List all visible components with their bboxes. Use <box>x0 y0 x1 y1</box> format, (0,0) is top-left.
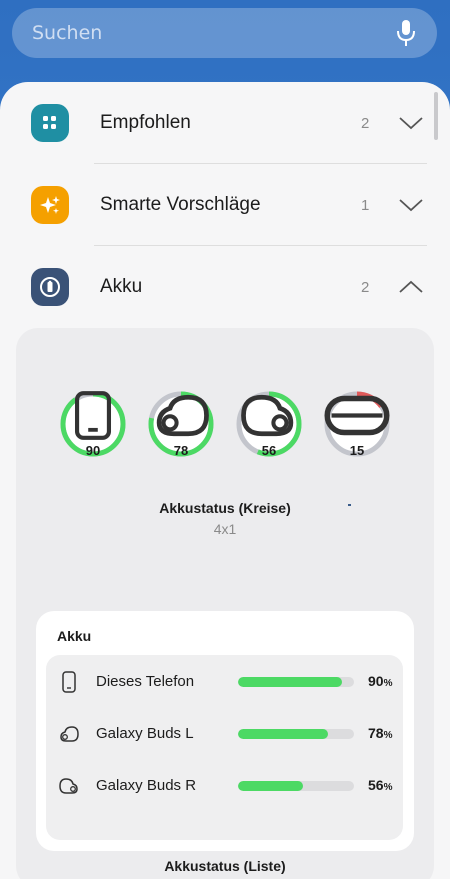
item-label: Galaxy Buds L <box>96 725 194 742</box>
list-item: Galaxy Buds L 78% <box>46 719 403 749</box>
widget-title: Akkustatus (Kreise) <box>159 500 291 516</box>
ring-value: 15 <box>349 443 365 458</box>
search-input[interactable] <box>32 22 395 44</box>
ring-value: 78 <box>173 443 189 458</box>
list-card-title: Akku <box>57 628 92 644</box>
case-icon <box>324 395 390 436</box>
category-row-smarte-vorschlaege[interactable]: Smarte Vorschläge 1 <box>0 164 450 246</box>
earbud-right-icon <box>241 394 294 437</box>
phone-icon <box>74 391 112 440</box>
search-bar[interactable] <box>12 8 437 58</box>
battery-icon <box>31 268 69 306</box>
widget-size: 4x1 <box>213 521 237 537</box>
battery-bar <box>238 781 354 791</box>
item-label: Dieses Telefon <box>96 673 195 690</box>
battery-ring[interactable]: 90 <box>59 390 127 458</box>
widget-title: Akkustatus (Liste) <box>164 858 286 874</box>
mic-icon[interactable] <box>395 18 417 48</box>
battery-bar <box>238 729 354 739</box>
phone-icon <box>62 671 76 693</box>
category-count: 1 <box>361 196 370 214</box>
category-count: 2 <box>361 278 370 296</box>
battery-ring[interactable]: 15 <box>323 390 391 458</box>
list-item: Dieses Telefon 90% <box>46 667 403 697</box>
battery-bar-fill <box>238 677 343 687</box>
battery-bar <box>238 677 354 687</box>
category-label: Smarte Vorschläge <box>100 194 261 215</box>
chevron-down-icon[interactable] <box>398 115 424 131</box>
list-container: Dieses Telefon 90% Galaxy Buds L 78% Gal… <box>46 655 403 840</box>
chevron-up-icon[interactable] <box>398 279 424 295</box>
battery-percent: 56% <box>368 777 393 793</box>
earbud-left-icon <box>156 394 209 437</box>
sparkle-icon <box>31 186 69 224</box>
category-row-empfohlen[interactable]: Empfohlen 2 <box>0 82 450 164</box>
category-label: Empfohlen <box>100 112 191 133</box>
category-label: Akku <box>100 276 143 297</box>
ring-value: 56 <box>261 443 277 458</box>
battery-list-widget[interactable]: Akku Dieses Telefon 90% Galaxy Buds L 78… <box>36 611 414 851</box>
grid-icon <box>31 104 69 142</box>
widget-panel: Empfohlen 2 Smarte Vorschläge 1 Akku 2 9… <box>0 82 450 879</box>
battery-bar-fill <box>238 729 329 739</box>
battery-ring[interactable]: 56 <box>235 390 303 458</box>
earbud-left-icon <box>60 726 79 742</box>
item-label: Galaxy Buds R <box>96 777 197 794</box>
battery-percent: 78% <box>368 725 393 741</box>
earbud-right-icon <box>59 778 78 794</box>
chevron-down-icon[interactable] <box>398 197 424 213</box>
ring-value: 90 <box>85 443 101 458</box>
category-count: 2 <box>361 114 370 132</box>
battery-percent: 90% <box>368 673 393 689</box>
list-item: Galaxy Buds R 56% <box>46 771 403 801</box>
battery-ring[interactable]: 78 <box>147 390 215 458</box>
widget-preview-area: 90 78 56 15 Akkustatus (Kreise) 4x1 Akku… <box>16 328 434 879</box>
battery-bar-fill <box>238 781 303 791</box>
category-row-akku[interactable]: Akku 2 <box>0 246 450 328</box>
